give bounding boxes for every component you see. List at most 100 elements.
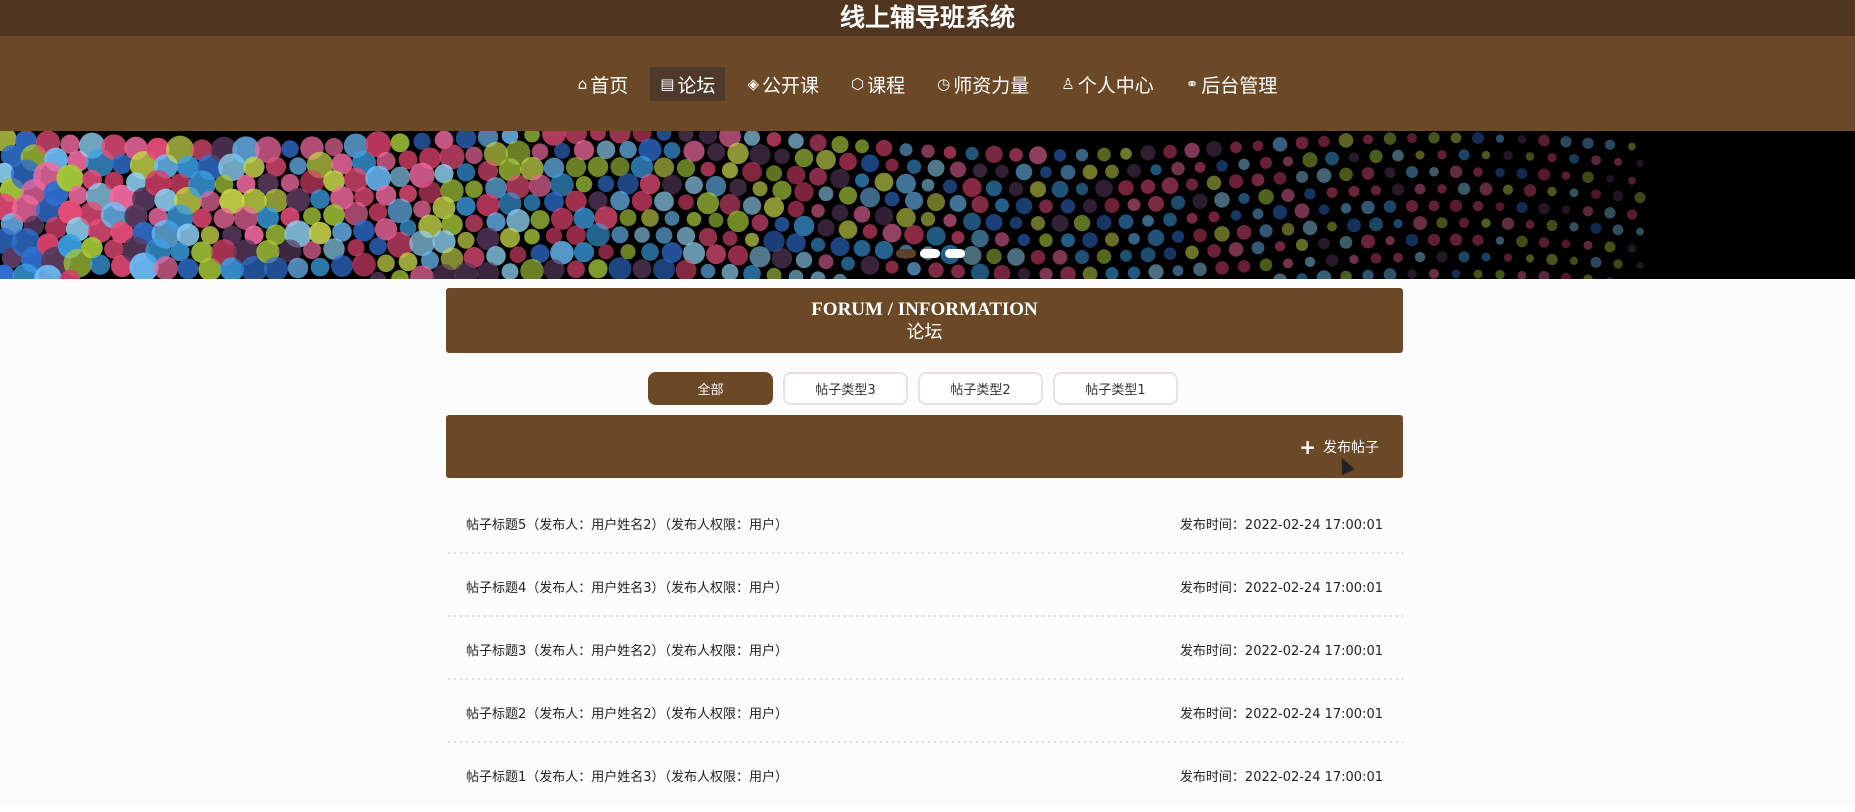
- banner-dot: [1582, 171, 1594, 184]
- carousel-dot[interactable]: [945, 249, 965, 258]
- banner-dot: [1516, 235, 1528, 248]
- banner-dot: [456, 163, 476, 182]
- banner-dot: [1481, 252, 1491, 262]
- post-title[interactable]: 帖子标题1（发布人：用户姓名3）（发布人权限：用户）: [466, 766, 788, 785]
- nav-item-course[interactable]: ⬡ 课程: [841, 67, 915, 101]
- banner-dot: [598, 244, 614, 260]
- banner-dot: [1327, 221, 1337, 232]
- banner-dot: [853, 240, 871, 257]
- tab-type-2[interactable]: 帖子类型2: [918, 372, 1043, 405]
- post-title[interactable]: 帖子标题3（发布人：用户姓名2）（发布人权限：用户）: [466, 640, 788, 659]
- banner-dot: [1030, 216, 1046, 231]
- banner-dot: [530, 210, 550, 230]
- banner-dot: [455, 131, 477, 149]
- banner-dot: [809, 134, 827, 152]
- banner-dot: [1473, 269, 1483, 279]
- banner-dot: [794, 182, 814, 202]
- list-item[interactable]: 帖子标题5（发布人：用户姓名2）（发布人权限：用户） 发布时间：2022-02-…: [446, 497, 1403, 560]
- banner-dot: [620, 244, 636, 260]
- banner-dot: [1569, 188, 1579, 198]
- banner-dot: [766, 132, 782, 147]
- nav-item-home[interactable]: ⌂ 首页: [568, 67, 639, 101]
- banner-dot: [1171, 161, 1185, 176]
- post-title[interactable]: 帖子标题2（发布人：用户姓名2）（发布人权限：用户）: [466, 703, 788, 722]
- banner-dot: [853, 206, 871, 223]
- banner-dot: [927, 159, 945, 177]
- list-item[interactable]: 帖子标题1（发布人：用户姓名3）（发布人权限：用户） 发布时间：2022-02-…: [446, 749, 1403, 812]
- banner-dot: [1370, 253, 1382, 264]
- banner-dot: [1370, 185, 1382, 196]
- banner-dot: [1007, 248, 1025, 266]
- banner-dot: [1259, 258, 1273, 272]
- banner-dot: [567, 260, 585, 279]
- banner-dot: [1393, 218, 1403, 229]
- post-time: 发布时间：2022-02-24 17:00:01: [1179, 770, 1383, 785]
- banner-dot: [972, 163, 988, 178]
- banner-dot: [818, 254, 834, 270]
- banner-dot: [1318, 237, 1330, 250]
- tab-all[interactable]: 全部: [648, 372, 773, 405]
- banner-dot: [1428, 268, 1440, 279]
- banner-dot: [1009, 148, 1023, 162]
- banner-dot: [1316, 270, 1332, 279]
- banner-dot: [1385, 235, 1395, 246]
- banner-dot: [1039, 199, 1053, 214]
- banner-dot: [854, 173, 870, 188]
- banner-dot: [1251, 241, 1265, 255]
- banner-dot: [1029, 146, 1047, 165]
- banner-dot: [1105, 164, 1119, 179]
- nav-item-label: 课程: [867, 74, 906, 97]
- banner-dot: [1538, 202, 1550, 215]
- banner-dot: [1503, 150, 1513, 161]
- banner-dot: [390, 133, 410, 153]
- banner-dot: [1272, 137, 1288, 152]
- list-item[interactable]: 帖子标题4（发布人：用户姓名3）（发布人权限：用户） 发布时间：2022-02-…: [446, 560, 1403, 623]
- banner-dot: [1614, 157, 1622, 166]
- banner-dot: [1127, 266, 1141, 279]
- tab-type-1[interactable]: 帖子类型1: [1053, 372, 1178, 405]
- post-title[interactable]: 帖子标题4（发布人：用户姓名3）（发布人权限：用户）: [466, 577, 788, 596]
- banner-dot: [1082, 198, 1098, 214]
- banner-dot: [1590, 222, 1602, 234]
- list-item[interactable]: 帖子标题2（发布人：用户姓名2）（发布人权限：用户） 发布时间：2022-02-…: [446, 686, 1403, 749]
- banner-dot: [1161, 177, 1179, 195]
- banner-dot: [1525, 220, 1535, 229]
- banner-dot: [1495, 134, 1505, 143]
- nav-item-teachers[interactable]: ◷ 师资力量: [927, 67, 1039, 101]
- nav-item-open-course[interactable]: ◈ 公开课: [737, 67, 829, 101]
- publish-post-button[interactable]: + 发布帖子: [1299, 437, 1379, 457]
- banner-dot: [1502, 184, 1514, 195]
- banner-dot: [1274, 241, 1286, 252]
- list-item[interactable]: 帖子标题3（发布人：用户姓名2）（发布人权限：用户） 发布时间：2022-02-…: [446, 623, 1403, 686]
- banner-dot: [907, 261, 921, 276]
- banner-dot: [1449, 199, 1463, 212]
- banner-dot: [1148, 264, 1164, 279]
- banner-dot: [1060, 199, 1076, 214]
- banner-dot: [1259, 224, 1273, 238]
- nav-item-forum[interactable]: ▤ 论坛: [650, 67, 726, 101]
- banner-dot: [896, 207, 916, 228]
- carousel-dot-active[interactable]: [920, 249, 940, 258]
- banner-dot: [1236, 225, 1252, 240]
- banner-dot: [698, 131, 718, 145]
- banner-dot: [745, 232, 759, 247]
- banner-dot: [509, 246, 527, 263]
- banner-dot: [1053, 149, 1067, 162]
- banner-dot: [765, 165, 783, 182]
- banner-dot: [860, 187, 880, 208]
- banner-dot: [985, 145, 1003, 164]
- tab-type-3[interactable]: 帖子类型3: [783, 372, 908, 405]
- banner-dot: [655, 227, 673, 244]
- banner-dot: [353, 219, 375, 242]
- banner-dot: [1073, 214, 1091, 232]
- banner-dot: [1193, 228, 1207, 243]
- banner-dot: [501, 263, 519, 279]
- banner-dot: [787, 200, 805, 218]
- banner-dot: [1628, 176, 1636, 185]
- carousel-dot[interactable]: [896, 249, 916, 258]
- post-title[interactable]: 帖子标题5（发布人：用户姓名2）（发布人权限：用户）: [466, 514, 788, 533]
- banner-dot: [706, 244, 726, 265]
- nav-item-profile[interactable]: ♙ 个人中心: [1051, 67, 1163, 101]
- nav-item-admin[interactable]: ⚭ 后台管理: [1176, 67, 1288, 101]
- banner-dot: [1238, 192, 1250, 204]
